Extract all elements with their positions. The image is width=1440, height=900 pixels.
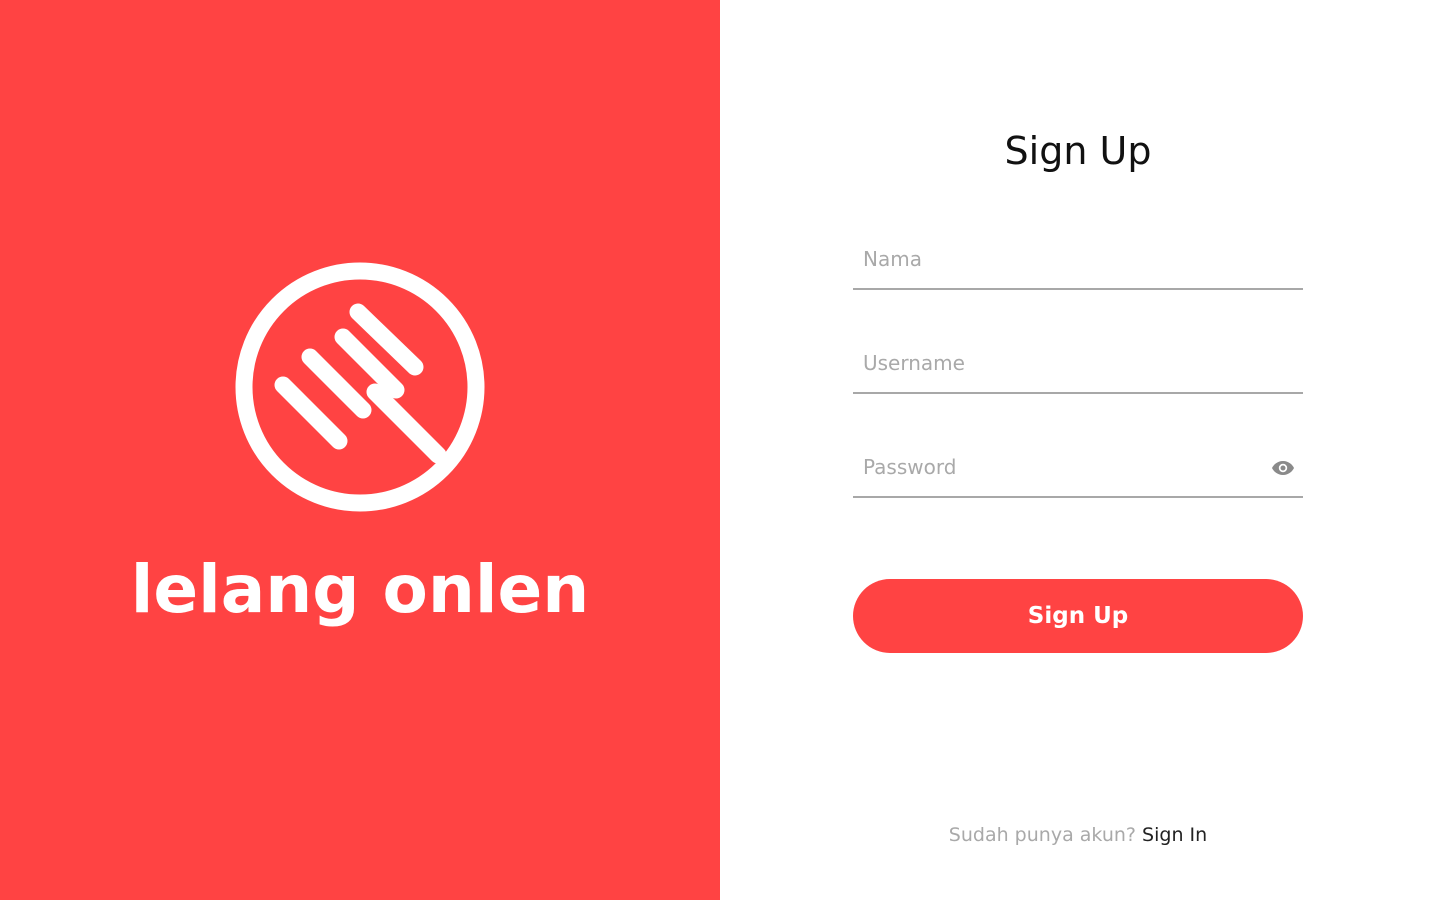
nama-field <box>853 230 1303 290</box>
gavel-circle-icon <box>235 262 485 512</box>
signin-link[interactable]: Sign In <box>1142 824 1207 846</box>
username-field <box>853 334 1303 394</box>
password-field <box>853 438 1303 498</box>
password-input[interactable] <box>853 447 1303 487</box>
signup-button[interactable]: Sign Up <box>853 579 1303 653</box>
signin-prompt-text: Sudah punya akun? <box>948 824 1136 846</box>
eye-icon[interactable] <box>1271 460 1295 476</box>
brand-panel: lelang onlen <box>0 0 720 900</box>
form-title: Sign Up <box>1004 129 1152 173</box>
username-input[interactable] <box>853 343 1303 383</box>
signin-prompt: Sudah punya akun? Sign In <box>720 824 1436 846</box>
nama-input[interactable] <box>853 239 1303 279</box>
brand-name: lelang onlen <box>130 551 590 628</box>
signup-form: Sign Up Sign Up Sudah punya akun? Sign I… <box>720 0 1440 900</box>
